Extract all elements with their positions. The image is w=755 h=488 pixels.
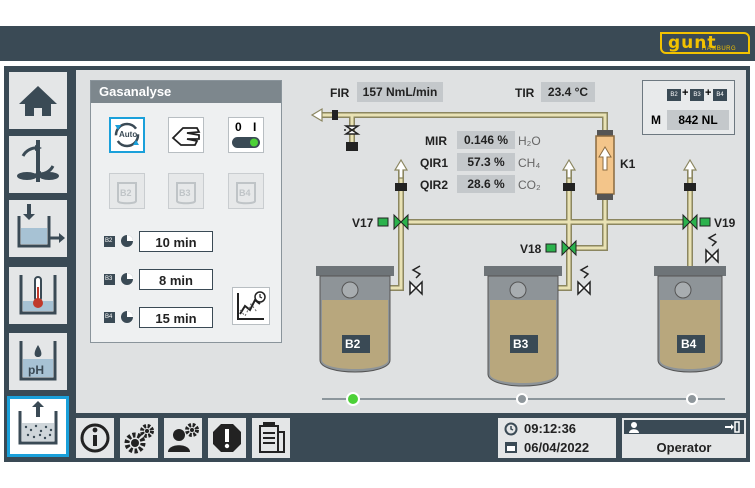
m-tag-b2: B2 [667,89,681,101]
qir2-unit: CO₂ [518,178,541,192]
indicator-b4 [686,393,698,405]
column-k1-label: K1 [620,157,636,171]
fir-tag: FIR [330,86,350,100]
mir-tag: MIR [425,134,447,148]
user-icon [629,422,639,433]
m-label: M [651,113,661,127]
m-value: 842 NL [667,110,729,130]
mir-value: 0.146 % [457,131,515,149]
process-diagram [310,107,726,406]
valve-v19-label: V19 [714,216,736,230]
valve-v17-label: V17 [352,216,374,230]
tank-b3 [484,266,562,387]
tank-b2 [316,266,394,373]
tank-b2-label-text: B2 [345,337,361,351]
clock-box: 09:12:36 06/04/2022 [498,418,616,458]
m-tag-b4: B4 [713,89,727,101]
user-box[interactable]: Operator [622,418,746,458]
tank-b3-label-text: B3 [513,337,529,351]
qir1-tag: QIR1 [420,156,449,170]
column-k1 [595,130,615,200]
tir-tag: TIR [515,86,535,100]
qir2-tag: QIR2 [420,178,449,192]
mir-unit: H₂O [518,134,541,148]
valve-v18-label: V18 [520,242,542,256]
qir1-value: 57.3 % [457,153,515,171]
fir-value: 157 NmL/min [357,82,443,102]
user-header [624,420,744,434]
total-volume-box: B2 + B3 + B4 M 842 NL [642,80,735,135]
tir-value: 23.4 °C [541,82,595,102]
manual-valve-icon [343,125,361,135]
m-tag-b3: B3 [690,89,704,101]
qir2-value: 28.6 % [457,175,515,193]
clock-icon [504,422,518,436]
m-plus-1: + [682,87,689,99]
tank-b4 [654,266,726,373]
qir1-unit: CH₄ [518,156,541,170]
m-plus-2: + [705,87,712,99]
date-text: 06/04/2022 [524,440,590,455]
login-icon [725,421,740,433]
indicator-b2 [346,392,360,406]
user-name: Operator [656,440,712,455]
indicator-b3 [516,393,528,405]
calendar-icon [505,442,517,453]
outlet-arrow-icon [310,107,323,123]
tank-b4-label-text: B4 [681,337,697,351]
time-text: 09:12:36 [524,421,577,436]
